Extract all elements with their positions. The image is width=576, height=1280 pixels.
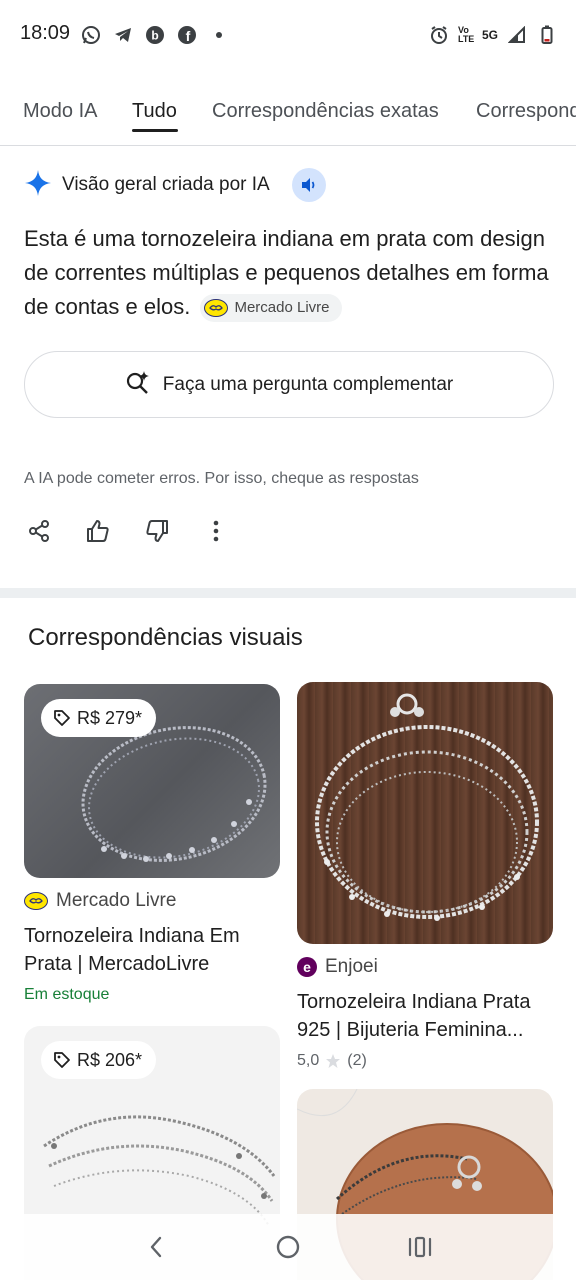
tab-exact-matches[interactable]: Correspondências exatas bbox=[212, 100, 439, 123]
tab-visual-matches[interactable]: Correspondências bbox=[476, 100, 576, 123]
source-row: e Enjoei bbox=[297, 956, 553, 978]
system-status-icons: Vo LTE 5G bbox=[428, 24, 558, 46]
followup-question-button[interactable]: Faça uma pergunta complementar bbox=[24, 351, 554, 418]
system-navigation-bar bbox=[0, 1214, 576, 1280]
stock-status: Em estoque bbox=[24, 986, 110, 1003]
followup-label: Faça uma pergunta complementar bbox=[162, 373, 454, 395]
mercado-livre-logo-icon bbox=[204, 299, 229, 318]
price-tag-icon bbox=[54, 710, 70, 726]
mercado-livre-logo-icon bbox=[24, 892, 48, 910]
recents-button[interactable] bbox=[400, 1227, 440, 1267]
section-divider bbox=[0, 588, 576, 598]
thumbs-up-button[interactable] bbox=[83, 516, 113, 546]
anklet-image bbox=[315, 693, 539, 921]
share-icon bbox=[29, 520, 49, 542]
more-notifications-dot-icon bbox=[208, 24, 230, 46]
thumbs-up-icon bbox=[87, 520, 109, 542]
telegram-icon bbox=[112, 24, 134, 46]
result-title[interactable]: Tornozeleira Indiana Prata 925 | Bijuter… bbox=[297, 988, 553, 1044]
price-chip: R$ 206* bbox=[41, 1041, 157, 1079]
status-time: 18:09 bbox=[20, 22, 71, 44]
product-image[interactable] bbox=[297, 682, 553, 944]
price-label: R$ 279* bbox=[77, 707, 143, 728]
volte-indicator: Vo LTE bbox=[457, 25, 475, 44]
home-button[interactable] bbox=[268, 1227, 308, 1267]
active-tab-indicator bbox=[132, 129, 178, 132]
result-title[interactable]: Tornozeleira Indiana Em Prata | MercadoL… bbox=[24, 922, 280, 978]
back-button[interactable] bbox=[136, 1227, 176, 1267]
source-row: Mercado Livre bbox=[24, 890, 280, 912]
price-label: R$ 206* bbox=[77, 1049, 143, 1070]
more-options-button[interactable] bbox=[201, 516, 231, 546]
source-name: Enjoei bbox=[325, 956, 378, 977]
gemini-sparkle-icon bbox=[24, 169, 52, 202]
rating-count: (2) bbox=[347, 1052, 367, 1069]
ai-overview-header: Visão geral criada por IA bbox=[24, 168, 326, 202]
ai-overview-title: Visão geral criada por IA bbox=[62, 174, 270, 195]
source-chip[interactable]: Mercado Livre bbox=[200, 294, 342, 323]
price-tag-icon bbox=[54, 1052, 70, 1068]
enjoei-logo-icon: e bbox=[297, 957, 317, 977]
svg-text:b: b bbox=[151, 29, 158, 43]
ai-disclaimer: A IA pode cometer erros. Por isso, chequ… bbox=[24, 470, 419, 487]
rating-row: 5,0 (2) bbox=[297, 1052, 553, 1070]
price-chip: R$ 279* bbox=[41, 699, 157, 737]
ai-overview-text: Esta é uma tornozeleira indiana em prata… bbox=[24, 222, 564, 324]
app-b-icon: b bbox=[144, 24, 166, 46]
notification-icons: b f bbox=[80, 24, 230, 46]
home-circle-icon bbox=[276, 1235, 300, 1259]
search-tabs: Modo IA Tudo Correspondências exatas Cor… bbox=[0, 92, 576, 146]
speaker-icon bbox=[301, 178, 315, 192]
listen-button[interactable] bbox=[291, 168, 326, 202]
visual-matches-title: Correspondências visuais bbox=[28, 624, 303, 651]
alarm-icon bbox=[428, 24, 450, 46]
ai-overview-actions bbox=[24, 516, 260, 546]
ai-search-icon bbox=[125, 369, 151, 400]
tab-ai-mode[interactable]: Modo IA bbox=[23, 100, 97, 123]
tab-all[interactable]: Tudo bbox=[132, 100, 177, 123]
star-icon bbox=[326, 1054, 341, 1068]
whatsapp-icon bbox=[80, 24, 102, 46]
facebook-icon: f bbox=[176, 24, 198, 46]
share-button[interactable] bbox=[24, 516, 54, 546]
product-image[interactable]: R$ 279* bbox=[24, 684, 280, 878]
signal-icon bbox=[506, 24, 528, 46]
status-bar: 18:09 b f Vo LTE 5G bbox=[0, 0, 576, 70]
visual-match-card[interactable]: e Enjoei Tornozeleira Indiana Prata 925 … bbox=[297, 682, 553, 1070]
svg-text:f: f bbox=[186, 28, 191, 44]
thumbs-down-button[interactable] bbox=[142, 516, 172, 546]
visual-match-card[interactable]: R$ 279* Mercado Livre Tornozeleira India… bbox=[24, 684, 280, 1004]
battery-icon bbox=[536, 24, 558, 46]
thumbs-down-icon bbox=[146, 520, 168, 542]
more-vert-icon bbox=[213, 520, 219, 542]
rating-value: 5,0 bbox=[297, 1052, 320, 1069]
source-name: Mercado Livre bbox=[56, 890, 177, 911]
recents-icon bbox=[408, 1236, 432, 1258]
network-type: 5G bbox=[481, 28, 498, 42]
back-icon bbox=[150, 1236, 162, 1258]
source-chip-label: Mercado Livre bbox=[234, 299, 330, 317]
